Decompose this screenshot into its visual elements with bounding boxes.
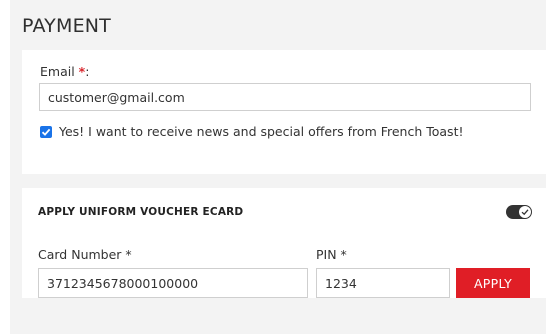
email-input[interactable] — [39, 83, 531, 111]
newsletter-label: Yes! I want to receive news and special … — [59, 124, 464, 139]
apply-button[interactable]: APPLY — [456, 268, 530, 298]
email-label: Email *: — [40, 64, 89, 79]
voucher-card: APPLY UNIFORM VOUCHER ECARD Card Number … — [22, 188, 546, 298]
newsletter-checkbox[interactable] — [40, 126, 52, 138]
email-card: Email *: Yes! I want to receive news and… — [22, 50, 546, 174]
email-label-text: Email — [40, 64, 79, 79]
payment-title: PAYMENT — [22, 15, 111, 37]
pin-input[interactable] — [316, 268, 450, 298]
toggle-knob — [519, 206, 531, 218]
pin-label: PIN * — [316, 247, 347, 262]
voucher-toggle[interactable] — [506, 205, 532, 219]
check-icon — [521, 209, 529, 216]
email-label-colon: : — [85, 64, 90, 79]
voucher-title: APPLY UNIFORM VOUCHER ECARD — [38, 206, 244, 218]
card-number-label: Card Number * — [38, 247, 132, 262]
checkmark-icon — [41, 128, 51, 136]
card-number-input[interactable] — [38, 268, 308, 298]
